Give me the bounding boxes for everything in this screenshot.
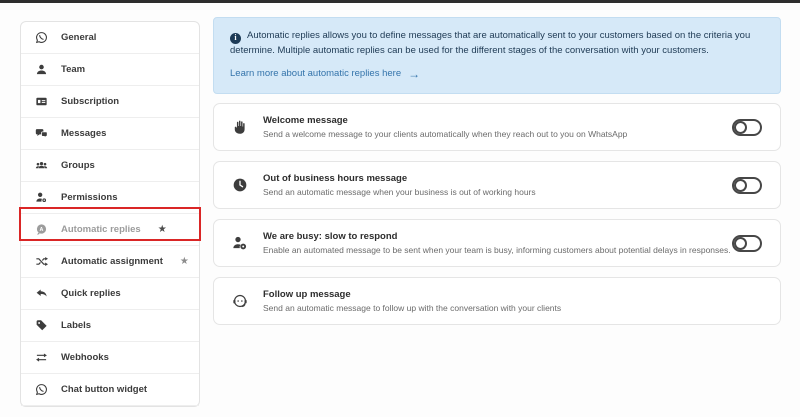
- info-icon: i: [230, 33, 241, 44]
- automatic-replies-panel: iAutomatic replies allows you to define …: [213, 17, 781, 325]
- sidebar-item-label: General: [61, 32, 96, 43]
- learn-more-link-label: Learn more about automatic replies here: [230, 67, 401, 81]
- card-text: Welcome message Send a welcome message t…: [263, 115, 732, 139]
- sidebar-item-label: Permissions: [61, 192, 118, 203]
- sidebar-item-automatic-replies[interactable]: A Automatic replies ★: [21, 214, 199, 246]
- card-description: Send an automatic message to follow up w…: [263, 303, 762, 313]
- card-we-are-busy[interactable]: We are busy: slow to respond Enable an a…: [213, 219, 781, 267]
- svg-text:A: A: [40, 227, 44, 233]
- out-of-business-hours-toggle[interactable]: [732, 177, 762, 194]
- info-banner-text: Automatic replies allows you to define m…: [230, 30, 750, 56]
- sidebar-item-subscription[interactable]: Subscription: [21, 86, 199, 118]
- card-out-of-business-hours[interactable]: Out of business hours message Send an au…: [213, 161, 781, 209]
- shuffle-icon: [35, 255, 48, 268]
- card-title: Follow up message: [263, 289, 762, 300]
- tag-icon: [35, 319, 48, 332]
- settings-sidebar: General Team Subscription Messages Group…: [20, 21, 200, 407]
- groups-icon: [35, 159, 48, 172]
- sidebar-item-permissions[interactable]: Permissions: [21, 182, 199, 214]
- sidebar-item-general[interactable]: General: [21, 22, 199, 54]
- sidebar-item-label: Chat button widget: [61, 384, 147, 395]
- reply-type-list: Welcome message Send a welcome message t…: [213, 103, 781, 325]
- sidebar-item-label: Subscription: [61, 96, 119, 107]
- top-window-edge: [0, 0, 800, 3]
- learn-more-link[interactable]: Learn more about automatic replies here …: [230, 67, 420, 81]
- arrow-right-icon: →: [408, 68, 420, 80]
- webhooks-icon: [35, 351, 48, 364]
- toggle-knob: [734, 237, 747, 250]
- info-banner: iAutomatic replies allows you to define …: [213, 17, 781, 94]
- welcome-message-toggle[interactable]: [732, 119, 762, 136]
- sidebar-item-label: Webhooks: [61, 352, 109, 363]
- toggle-knob: [734, 179, 747, 192]
- sidebar-item-label: Labels: [61, 320, 91, 331]
- we-are-busy-toggle[interactable]: [732, 235, 762, 252]
- card-text: Out of business hours message Send an au…: [263, 173, 732, 197]
- sidebar-item-label: Groups: [61, 160, 95, 171]
- sidebar-item-team[interactable]: Team: [21, 54, 199, 86]
- card-title: We are busy: slow to respond: [263, 231, 732, 242]
- sidebar-item-label: Automatic assignment: [61, 256, 163, 267]
- toggle-knob: [734, 121, 747, 134]
- sidebar-item-label: Quick replies: [61, 288, 121, 299]
- quick-reply-icon: [35, 287, 48, 300]
- info-banner-text-row: iAutomatic replies allows you to define …: [230, 29, 764, 58]
- sidebar-item-label: Automatic replies: [61, 224, 141, 235]
- star-icon: ★: [158, 225, 167, 235]
- sidebar-item-quick-replies[interactable]: Quick replies: [21, 278, 199, 310]
- chat-widget-icon: [35, 383, 48, 396]
- subscription-card-icon: [35, 95, 48, 108]
- sidebar-item-messages[interactable]: Messages: [21, 118, 199, 150]
- card-follow-up-message[interactable]: Follow up message Send an automatic mess…: [213, 277, 781, 325]
- sidebar-item-label: Team: [61, 64, 85, 75]
- sidebar-item-labels[interactable]: Labels: [21, 310, 199, 342]
- sidebar-item-label: Messages: [61, 128, 106, 139]
- messages-icon: [35, 127, 48, 140]
- sidebar-item-webhooks[interactable]: Webhooks: [21, 342, 199, 374]
- card-title: Out of business hours message: [263, 173, 732, 184]
- card-description: Send an automatic message when your busi…: [263, 187, 732, 197]
- card-description: Send a welcome message to your clients a…: [263, 129, 732, 139]
- card-text: We are busy: slow to respond Enable an a…: [263, 231, 732, 255]
- card-description: Enable an automated message to be sent w…: [263, 245, 732, 255]
- sidebar-item-chat-button-widget[interactable]: Chat button widget: [21, 374, 199, 406]
- card-title: Welcome message: [263, 115, 732, 126]
- clock-icon: [230, 177, 250, 193]
- star-icon: ★: [180, 257, 189, 267]
- sidebar-item-automatic-assignment[interactable]: Automatic assignment ★: [21, 246, 199, 278]
- busy-team-icon: [230, 235, 250, 251]
- headset-icon: [230, 293, 250, 309]
- wave-hand-icon: [230, 119, 250, 135]
- card-welcome-message[interactable]: Welcome message Send a welcome message t…: [213, 103, 781, 151]
- sidebar-item-groups[interactable]: Groups: [21, 150, 199, 182]
- permissions-icon: [35, 191, 48, 204]
- whatsapp-icon: [35, 31, 48, 44]
- person-icon: [35, 63, 48, 76]
- automatic-replies-icon: A: [35, 223, 48, 236]
- card-text: Follow up message Send an automatic mess…: [263, 289, 762, 313]
